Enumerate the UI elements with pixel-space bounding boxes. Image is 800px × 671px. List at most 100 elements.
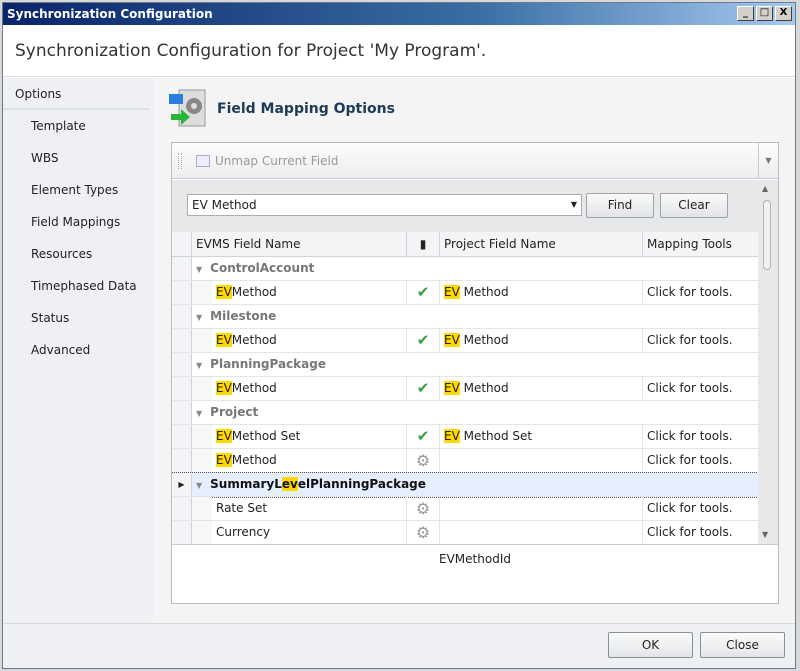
text-part: Method — [231, 453, 277, 467]
scroll-down-icon[interactable]: ▼ — [762, 530, 768, 539]
text-part: Method Set — [231, 429, 301, 443]
row-indicator — [172, 305, 192, 328]
mapping-tools-link[interactable]: Click for tools. — [643, 329, 758, 352]
project-field-name[interactable]: EV Method — [440, 281, 643, 304]
find-button[interactable]: Find — [586, 193, 654, 218]
match-highlight: EV — [216, 285, 232, 299]
row-indicator — [172, 257, 192, 280]
unmap-current-field-button[interactable]: Unmap Current Field — [196, 143, 338, 179]
scroll-up-icon[interactable]: ▲ — [762, 184, 768, 193]
evms-field-name: Rate Set — [212, 497, 407, 520]
table-row[interactable]: EVMethod ✔ EV Method Click for tools. — [172, 281, 758, 305]
match-highlight: EV — [216, 429, 232, 443]
evms-field-name: EVMethod — [212, 281, 407, 304]
table-row[interactable]: Currency ⚙ Click for tools. — [172, 521, 758, 544]
sidebar-item-element-types[interactable]: Element Types — [3, 174, 153, 206]
text-part: Milestone — [210, 309, 277, 323]
group-row[interactable]: ▶ ▼ SummaryLevelPlanningPackage — [172, 472, 758, 498]
project-field-name[interactable] — [440, 497, 643, 520]
expand-chevron-icon[interactable]: ▼ — [196, 361, 202, 370]
table-row[interactable]: EVMethod ✔ EV Method Click for tools. — [172, 377, 758, 401]
text-part: Method — [231, 285, 277, 299]
mapping-tools-link[interactable]: Click for tools. — [643, 377, 758, 400]
match-highlight: EV — [216, 333, 232, 347]
sidebar-item-wbs[interactable]: WBS — [3, 142, 153, 174]
project-field-name[interactable]: EV Method Set — [440, 425, 643, 448]
text-part: elPlanningPackage — [297, 477, 426, 491]
text-part: Method — [459, 285, 509, 299]
minimize-button[interactable]: _ — [737, 6, 754, 21]
scrollbar-thumb[interactable] — [763, 200, 771, 270]
match-highlight: EV — [216, 453, 232, 467]
project-field-name[interactable]: EV Method — [440, 329, 643, 352]
sidebar-item-field-mappings[interactable]: Field Mappings — [3, 206, 153, 238]
tree-indent — [192, 497, 212, 520]
table-row[interactable]: EVMethod Set ✔ EV Method Set Click for tool… — [172, 425, 758, 449]
table-row[interactable]: EVMethod ✔ EV Method Click for tools. — [172, 329, 758, 353]
close-window-button[interactable]: X — [775, 6, 792, 21]
tree-indent — [192, 521, 212, 544]
chevron-down-icon[interactable]: ▼ — [571, 195, 577, 215]
status-column-icon[interactable]: ▮ — [407, 232, 440, 256]
mapping-tools-link[interactable]: Click for tools. — [643, 425, 758, 448]
sidebar-item-advanced[interactable]: Advanced — [3, 334, 153, 366]
match-highlight: EV — [444, 429, 460, 443]
mapping-tools-link[interactable]: Click for tools. — [643, 449, 758, 472]
table-row[interactable]: EVMethod ⚙ Click for tools. — [172, 449, 758, 473]
toolbar: Unmap Current Field ▼ — [172, 143, 778, 179]
group-row[interactable]: ▼ Milestone — [172, 305, 758, 329]
column-mapping-tools[interactable]: Mapping Tools — [643, 232, 758, 256]
project-field-name[interactable] — [440, 521, 643, 544]
dialog-window: Synchronization Configuration _ □ X Sync… — [2, 2, 796, 669]
row-indicator — [172, 449, 192, 472]
project-field-name[interactable]: EV Method — [440, 377, 643, 400]
text-part: Project — [210, 405, 259, 419]
evms-field-name: EVMethod — [212, 449, 407, 472]
mapping-tools-link[interactable]: Click for tools. — [643, 497, 758, 520]
unmap-label: Unmap Current Field — [215, 154, 339, 168]
field-mapping-grid: EVMS Field Name ▮ Project Field Name Map… — [172, 232, 758, 544]
mapping-tools-link[interactable]: Click for tools. — [643, 521, 758, 544]
group-row[interactable]: ▼ ControlAccount — [172, 257, 758, 281]
column-project-field-name[interactable]: Project Field Name — [440, 232, 643, 256]
check-icon: ✔ — [407, 329, 440, 352]
group-label: ▼ Milestone — [192, 305, 758, 328]
close-button[interactable]: Close — [700, 632, 785, 658]
maximize-button[interactable]: □ — [756, 6, 773, 21]
text-part: Method — [459, 381, 509, 395]
field-search-combobox[interactable]: EV Method ▼ — [187, 194, 582, 216]
mapping-tools-link[interactable]: Click for tools. — [643, 281, 758, 304]
dialog-header: Synchronization Configuration for Projec… — [3, 25, 795, 77]
text-part: SummaryL — [210, 477, 282, 491]
clear-button[interactable]: Clear — [660, 193, 728, 218]
sidebar-item-resources[interactable]: Resources — [3, 238, 153, 270]
search-value: EV Method — [192, 198, 257, 212]
expand-chevron-icon[interactable]: ▼ — [196, 409, 202, 418]
evms-field-name: Currency — [212, 521, 407, 544]
table-row[interactable]: Rate Set ⚙ Click for tools. — [172, 497, 758, 521]
expand-chevron-icon[interactable]: ▼ — [196, 481, 202, 490]
sidebar-item-timephased-data[interactable]: Timephased Data — [3, 270, 153, 302]
tree-indent — [192, 449, 212, 472]
ok-button[interactable]: OK — [608, 632, 693, 658]
sidebar-item-template[interactable]: Template — [3, 110, 153, 142]
toolbar-overflow-button[interactable]: ▼ — [758, 143, 778, 179]
sidebar-item-status[interactable]: Status — [3, 302, 153, 334]
column-evms-field-name[interactable]: EVMS Field Name — [192, 232, 407, 256]
text-part: Rate Set — [216, 501, 268, 515]
row-indicator — [172, 497, 192, 520]
match-highlight: ev — [281, 477, 298, 491]
text-part: PlanningPackage — [210, 357, 326, 371]
expand-chevron-icon[interactable]: ▼ — [196, 265, 202, 274]
sidebar-section-options: Options — [3, 78, 149, 110]
text-part: Method Set — [459, 429, 533, 443]
group-label: ▼ PlanningPackage — [192, 353, 758, 376]
project-field-name[interactable] — [440, 449, 643, 472]
group-row[interactable]: ▼ PlanningPackage — [172, 353, 758, 377]
options-sidebar: Options Template WBS Element Types Field… — [3, 78, 153, 623]
group-row[interactable]: ▼ Project — [172, 401, 758, 425]
expand-chevron-icon[interactable]: ▼ — [196, 313, 202, 322]
vertical-scrollbar[interactable]: ▲ ▼ — [760, 180, 774, 544]
toolbar-grip[interactable] — [178, 153, 182, 169]
group-label: ▼ Project — [192, 401, 758, 424]
